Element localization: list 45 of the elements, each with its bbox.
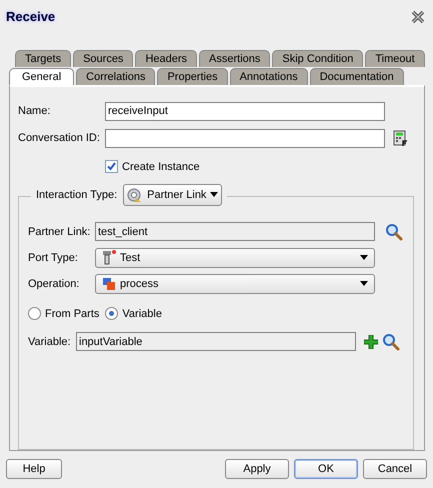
calculator-icon[interactable]: [393, 130, 409, 147]
tab[interactable]: Skip Condition: [272, 50, 364, 67]
dialog-button[interactable]: OK: [294, 459, 358, 480]
conversation-id-field[interactable]: [105, 128, 385, 148]
dialog-button[interactable]: Cancel: [363, 459, 427, 480]
variable-field[interactable]: inputVariable: [76, 332, 356, 352]
tab[interactable]: General: [9, 68, 74, 85]
field-label: Conversation ID:: [18, 132, 101, 144]
group-label: Interaction Type:: [36, 188, 118, 201]
tab[interactable]: Correlations: [76, 68, 156, 85]
dialog-button[interactable]: Help: [6, 459, 62, 480]
radio-button[interactable]: [105, 307, 118, 320]
search-icon[interactable]: [382, 332, 400, 351]
plus-icon[interactable]: [364, 334, 378, 349]
caret-icon: [360, 281, 368, 286]
create-instance-checkbox[interactable]: [105, 160, 118, 174]
tab[interactable]: Sources: [73, 50, 134, 67]
field-label: Variable:: [28, 336, 72, 348]
tab[interactable]: Annotations: [230, 68, 308, 85]
close-icon[interactable]: [411, 10, 425, 24]
tab[interactable]: Headers: [135, 50, 198, 67]
tab[interactable]: Documentation: [310, 68, 404, 85]
tab[interactable]: Targets: [15, 50, 72, 67]
interaction-type-dropdown[interactable]: Partner Link: [123, 184, 222, 206]
name-field[interactable]: receiveInput: [105, 102, 385, 121]
field-label: Partner Link:: [28, 226, 92, 238]
partner-link-field[interactable]: test_client: [95, 222, 375, 242]
tab[interactable]: Properties: [157, 68, 228, 85]
search-icon[interactable]: [385, 222, 403, 241]
checkbox-label: Create Instance: [122, 160, 200, 173]
operation-dropdown[interactable]: process: [95, 274, 375, 294]
tab[interactable]: Timeout: [365, 50, 425, 67]
tab[interactable]: Assertions: [199, 50, 270, 67]
dialog-title: Receive: [6, 9, 56, 24]
radio-label: From Parts: [45, 308, 100, 320]
field-label: Name:: [18, 105, 52, 118]
caret-icon: [210, 192, 218, 198]
field-label: Port Type:: [28, 252, 79, 264]
dialog-button[interactable]: Apply: [225, 459, 289, 480]
radio-label: Variable: [122, 308, 162, 320]
port-type-dropdown[interactable]: Test: [95, 248, 375, 268]
caret-icon: [360, 255, 368, 260]
operation-icon: [102, 276, 116, 291]
radio-button[interactable]: [28, 307, 41, 320]
field-label: Operation:: [28, 278, 80, 290]
